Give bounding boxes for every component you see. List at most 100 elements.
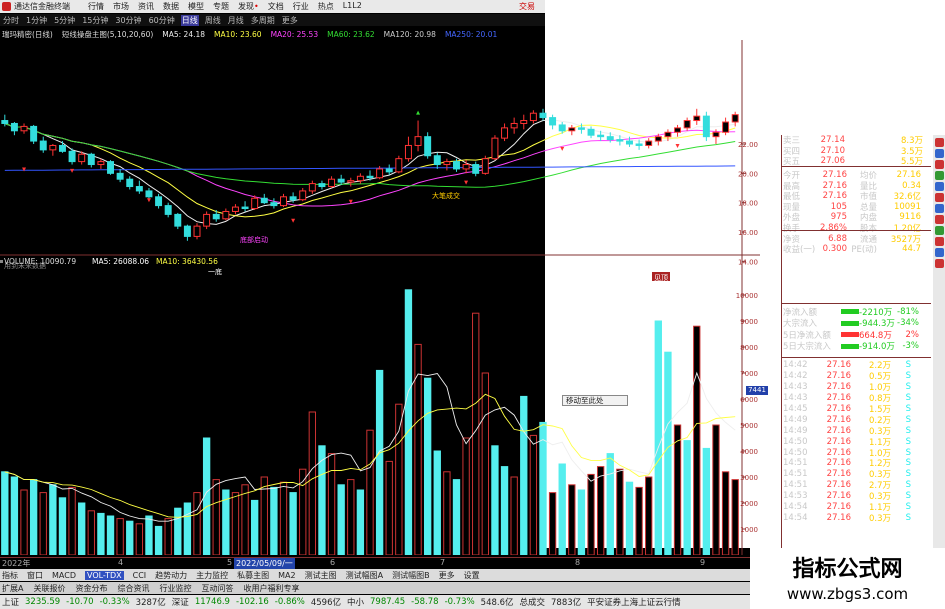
volume-bar[interactable] xyxy=(87,510,95,556)
candle-body[interactable] xyxy=(270,202,278,207)
bottom-tab-1[interactable]: 关联报价 xyxy=(33,583,65,594)
volume-bar[interactable] xyxy=(308,411,317,556)
toolbar-icon-12[interactable] xyxy=(934,259,944,268)
volume-bar[interactable] xyxy=(385,460,393,556)
candle-body[interactable] xyxy=(587,128,595,136)
candle-body[interactable] xyxy=(568,127,576,132)
candle-body[interactable] xyxy=(241,206,249,210)
index-name[interactable]: 中小 xyxy=(347,596,364,608)
period-tab-0[interactable]: 分时 xyxy=(2,15,20,26)
menu-item-l1l2[interactable]: L1L2 xyxy=(343,1,362,12)
candle-body[interactable] xyxy=(693,115,701,122)
volume-bar[interactable] xyxy=(395,403,403,556)
volume-bar[interactable] xyxy=(212,479,220,556)
candle-body[interactable] xyxy=(626,140,633,145)
candle-body[interactable] xyxy=(1,120,9,124)
candle-body[interactable] xyxy=(68,150,76,163)
toolbar-icon-2[interactable] xyxy=(934,149,944,158)
volume-bar[interactable] xyxy=(174,507,182,556)
chart-area[interactable]: 22.00 20.00 18.00 16.00 14.00 10000 9000 8000 7… xyxy=(0,40,760,556)
volume-bar[interactable] xyxy=(645,476,653,556)
kline-volume-chart[interactable]: 22.00 20.00 18.00 16.00 14.00 10000 9000 8000 7… xyxy=(0,40,760,556)
toolbar-icon-3[interactable] xyxy=(934,160,944,169)
candle-body[interactable] xyxy=(366,175,374,179)
candle-body[interactable] xyxy=(616,139,624,142)
volume-bar[interactable] xyxy=(126,520,134,556)
menu-item-market[interactable]: 市场 xyxy=(113,1,129,12)
candle-body[interactable] xyxy=(308,183,316,192)
candle-body[interactable] xyxy=(577,127,585,130)
volume-bar[interactable] xyxy=(452,479,461,556)
volume-bar[interactable] xyxy=(548,492,557,556)
bottom-tab-4[interactable]: 行业监控 xyxy=(159,583,191,594)
period-tab-1[interactable]: 1分钟 xyxy=(25,15,48,26)
volume-bar[interactable] xyxy=(39,492,47,556)
candle-body[interactable] xyxy=(328,178,336,188)
volume-bar[interactable] xyxy=(500,466,509,556)
period-tab-8[interactable]: 月线 xyxy=(227,15,245,26)
menu-item-data[interactable]: 数据 xyxy=(163,1,179,12)
candle-body[interactable] xyxy=(606,136,614,141)
volume-bar[interactable] xyxy=(433,450,441,556)
candle-body[interactable] xyxy=(260,197,268,204)
toolbar-icon-4[interactable] xyxy=(934,171,944,180)
candle-body[interactable] xyxy=(635,143,643,146)
volume-bar[interactable] xyxy=(568,484,576,556)
menu-item-hot[interactable]: 热点 xyxy=(318,1,334,12)
candle-body[interactable] xyxy=(462,164,470,170)
menu-item-quote[interactable]: 行情 xyxy=(88,1,104,12)
volume-bar[interactable] xyxy=(462,437,470,556)
candle-body[interactable] xyxy=(299,190,307,201)
candle-body[interactable] xyxy=(289,196,297,201)
candle-body[interactable] xyxy=(501,127,509,139)
candle-body[interactable] xyxy=(20,125,28,132)
indicator-tab-2[interactable]: MACD xyxy=(52,571,76,580)
volume-bar[interactable] xyxy=(491,445,499,556)
candle-body[interactable] xyxy=(472,164,480,174)
index-name[interactable]: 上证 xyxy=(2,596,19,608)
period-tab-3[interactable]: 15分钟 xyxy=(81,15,109,26)
indicator-tab-4[interactable]: CCI xyxy=(133,571,147,580)
candle-body[interactable] xyxy=(39,140,47,151)
bottom-tab-0[interactable]: 扩展A xyxy=(2,583,23,594)
candle-body[interactable] xyxy=(712,131,720,138)
candle-body[interactable] xyxy=(183,225,191,237)
volume-bar[interactable] xyxy=(29,479,38,556)
period-tab-5[interactable]: 60分钟 xyxy=(148,15,176,26)
period-tab-4[interactable]: 30分钟 xyxy=(114,15,142,26)
volume-bar[interactable] xyxy=(558,463,566,556)
candle-body[interactable] xyxy=(135,186,143,192)
candle-body[interactable] xyxy=(424,136,432,157)
volume-bar[interactable] xyxy=(97,512,105,556)
volume-bar[interactable] xyxy=(702,447,711,556)
volume-bar[interactable] xyxy=(10,476,19,556)
volume-bar[interactable] xyxy=(635,486,643,556)
candle-body[interactable] xyxy=(481,158,489,174)
indicator-tab-6[interactable]: 主力监控 xyxy=(196,570,228,581)
indicator-tab-10[interactable]: 测试幅图A xyxy=(346,570,383,581)
volume-bar[interactable] xyxy=(606,453,614,556)
candle-body[interactable] xyxy=(491,137,499,160)
candle-body[interactable] xyxy=(107,161,114,174)
volume-bar[interactable] xyxy=(289,492,297,556)
toolbar-icon-10[interactable] xyxy=(934,237,944,246)
indicator-tab-3[interactable]: VOL-TDX xyxy=(84,570,124,580)
volume-bar[interactable] xyxy=(693,325,701,556)
candle-body[interactable] xyxy=(702,115,710,138)
candle-body[interactable] xyxy=(654,136,662,142)
volume-bar[interactable] xyxy=(251,499,259,556)
volume-bar[interactable] xyxy=(1,471,9,556)
candle-body[interactable] xyxy=(549,117,557,126)
volume-bar[interactable] xyxy=(183,502,192,556)
candle-body[interactable] xyxy=(597,134,605,138)
candle-body[interactable] xyxy=(683,120,691,129)
volume-bar[interactable] xyxy=(587,473,595,556)
candle-body[interactable] xyxy=(193,225,201,237)
toolbar-icon-5[interactable] xyxy=(934,182,944,191)
candle-body[interactable] xyxy=(87,153,95,166)
volume-bar[interactable] xyxy=(616,468,624,556)
menu-item-discover[interactable]: 发现• xyxy=(238,1,259,12)
indicator-tab-13[interactable]: 设置 xyxy=(464,570,480,581)
period-tab-9[interactable]: 多周期 xyxy=(250,15,276,26)
volume-bar[interactable] xyxy=(577,489,586,556)
